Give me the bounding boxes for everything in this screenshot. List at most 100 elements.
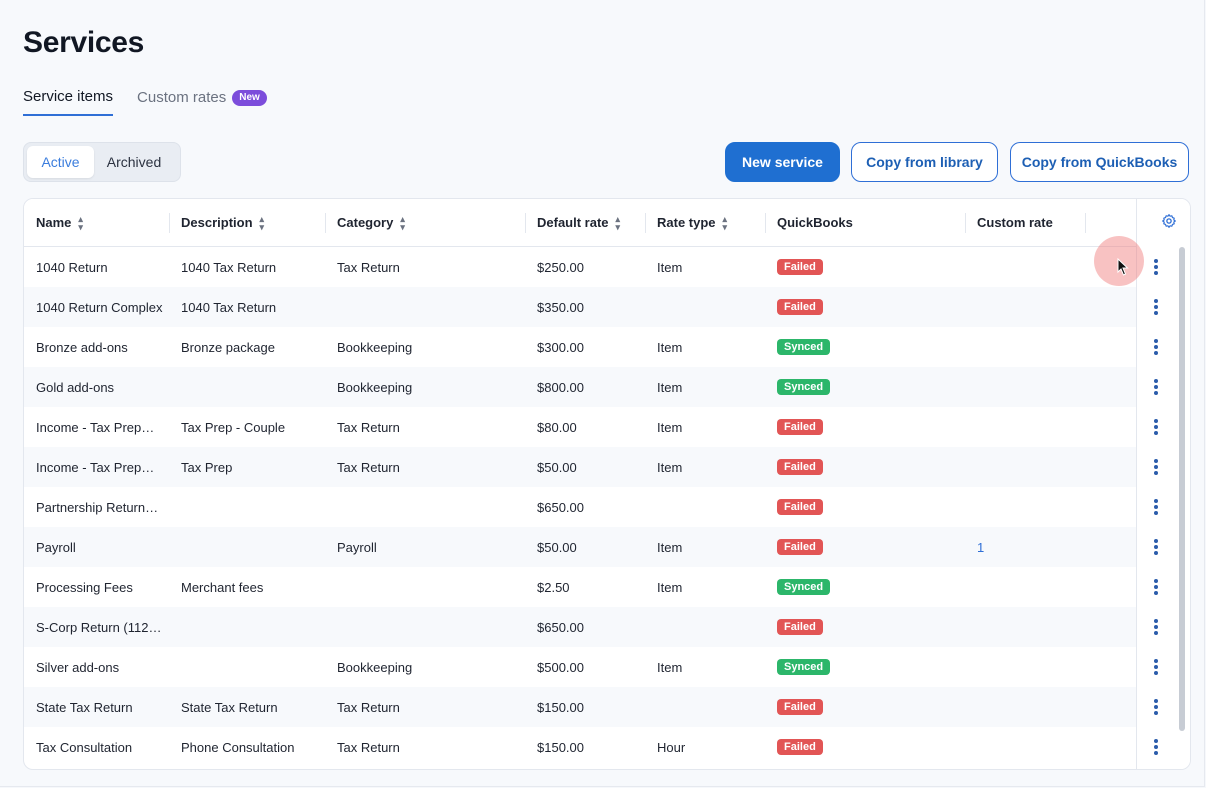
kebab-menu-icon[interactable]	[1154, 447, 1158, 487]
copy-from-quickbooks-button[interactable]: Copy from QuickBooks	[1010, 142, 1189, 182]
column-header-default-rate[interactable]: Default rate ▴ ▾	[525, 199, 645, 246]
cell-name: State Tax Return	[36, 699, 133, 715]
column-label: Default rate	[537, 215, 609, 230]
cell-default-rate: $300.00	[537, 339, 584, 355]
cell-name: 1040 Return	[36, 259, 108, 275]
sort-icon[interactable]: ▴ ▾	[723, 214, 728, 231]
cell-name: S-Corp Return (112…	[36, 619, 162, 635]
vertical-scrollbar[interactable]	[1179, 247, 1185, 731]
table-row[interactable]: Bronze add-ons Bronze package Bookkeeping $…	[24, 327, 1158, 367]
table-row[interactable]: Payroll Payroll $50.00 Item Failed 1	[24, 527, 1158, 567]
kebab-menu-icon[interactable]	[1154, 647, 1158, 687]
sort-icon[interactable]: ▴ ▾	[78, 214, 83, 231]
cell-name: Gold add-ons	[36, 379, 115, 395]
services-table: Name ▴ ▾ Description ▴ ▾ Category ▴ ▾ Defau…	[23, 198, 1191, 770]
table-row[interactable]: Income - Tax Prep… Tax Prep Tax Return $50.…	[24, 447, 1158, 487]
cell-default-rate: $150.00	[537, 699, 584, 715]
cell-description: Tax Prep - Couple	[181, 419, 286, 435]
table-row[interactable]: S-Corp Return (112… $650.00 Failed	[24, 607, 1158, 647]
cell-rate-type: Item	[657, 459, 683, 475]
column-label: Rate type	[657, 215, 716, 230]
kebab-menu-icon[interactable]	[1154, 367, 1158, 407]
quickbooks-status-badge: Failed	[777, 619, 823, 635]
cell-default-rate: $250.00	[537, 259, 584, 275]
column-label: Custom rate	[977, 215, 1053, 230]
column-header-description[interactable]: Description ▴ ▾	[169, 199, 325, 246]
kebab-menu-icon[interactable]	[1154, 567, 1158, 607]
sort-icon[interactable]: ▴ ▾	[616, 214, 621, 231]
tab-label: Service items	[23, 88, 114, 105]
cell-name: Processing Fees	[36, 579, 133, 595]
services-page: Services Service items Custom rates New …	[0, 0, 1205, 787]
cell-quickbooks: Synced	[777, 647, 831, 687]
kebab-menu-icon[interactable]	[1154, 527, 1158, 567]
quickbooks-status-badge: Failed	[777, 459, 823, 475]
cell-quickbooks: Failed	[777, 527, 823, 567]
tab-bar: Service items Custom rates New	[23, 88, 267, 116]
kebab-menu-icon[interactable]	[1154, 327, 1158, 367]
column-header-name[interactable]: Name ▴ ▾	[24, 199, 169, 246]
kebab-menu-icon[interactable]	[1154, 487, 1158, 527]
cell-default-rate: $2.50	[537, 579, 570, 595]
sort-icon[interactable]: ▴ ▾	[400, 214, 405, 231]
tab-service-items[interactable]: Service items	[23, 88, 114, 116]
tab-custom-rates[interactable]: Custom rates New	[137, 88, 267, 116]
quickbooks-status-badge: Synced	[777, 579, 831, 595]
filter-active-button[interactable]: Active	[27, 146, 94, 178]
table-row[interactable]: Tax Consultation Phone Consultation Tax Re…	[24, 727, 1158, 767]
cell-quickbooks: Synced	[777, 327, 831, 367]
cell-quickbooks: Synced	[777, 367, 831, 407]
kebab-menu-icon[interactable]	[1154, 727, 1158, 767]
kebab-menu-icon[interactable]	[1154, 247, 1158, 287]
kebab-menu-icon[interactable]	[1154, 607, 1158, 647]
table-row[interactable]: Silver add-ons Bookkeeping $500.00 Item Sync…	[24, 647, 1158, 687]
cell-quickbooks: Failed	[777, 607, 823, 647]
cell-description: Merchant fees	[181, 579, 264, 595]
column-label: QuickBooks	[777, 215, 853, 230]
table-row[interactable]: 1040 Return Complex 1040 Tax Return $350.0…	[24, 287, 1158, 327]
cell-description: 1040 Tax Return	[181, 259, 277, 275]
kebab-menu-icon[interactable]	[1154, 407, 1158, 447]
column-label: Name	[36, 215, 72, 230]
table-row[interactable]: Gold add-ons Bookkeeping $800.00 Item Synced	[24, 367, 1158, 407]
cell-category: Payroll	[337, 539, 377, 555]
quickbooks-status-badge: Failed	[777, 299, 823, 315]
cell-rate-type: Item	[657, 539, 683, 555]
cell-description: Tax Prep	[181, 459, 233, 475]
cell-quickbooks: Synced	[777, 567, 831, 607]
column-header-category[interactable]: Category ▴ ▾	[325, 199, 525, 246]
page-title: Services	[23, 26, 145, 59]
column-header-rate-type[interactable]: Rate type ▴ ▾	[645, 199, 765, 246]
quickbooks-status-badge: Failed	[777, 499, 823, 515]
cell-name: Payroll	[36, 539, 76, 555]
table-row[interactable]: 1040 Return 1040 Tax Return Tax Return $250…	[24, 247, 1158, 287]
filter-archived-button[interactable]: Archived	[94, 146, 174, 178]
cell-name: Partnership Return…	[36, 499, 159, 515]
cell-custom-rate[interactable]: 1	[977, 527, 984, 567]
kebab-menu-icon[interactable]	[1154, 287, 1158, 327]
cell-default-rate: $500.00	[537, 659, 584, 675]
new-service-button[interactable]: New service	[725, 142, 840, 182]
kebab-menu-icon[interactable]	[1154, 687, 1158, 727]
cell-default-rate: $350.00	[537, 299, 584, 315]
copy-from-library-button[interactable]: Copy from library	[851, 142, 998, 182]
cell-category: Bookkeeping	[337, 379, 413, 395]
cell-quickbooks: Failed	[777, 487, 823, 527]
cell-default-rate: $800.00	[537, 379, 584, 395]
cell-default-rate: $80.00	[537, 419, 577, 435]
table-row[interactable]: Income - Tax Prep… Tax Prep - Couple Tax R…	[24, 407, 1158, 447]
gear-icon[interactable]	[1161, 213, 1177, 229]
cell-name: Income - Tax Prep…	[36, 419, 155, 435]
quickbooks-status-badge: Failed	[777, 699, 823, 715]
mouse-pointer-icon	[1117, 258, 1129, 276]
quickbooks-status-badge: Failed	[777, 419, 823, 435]
cell-rate-type: Item	[657, 419, 683, 435]
cell-rate-type: Item	[657, 379, 683, 395]
table-row[interactable]: State Tax Return State Tax Return Tax Retu…	[24, 687, 1158, 727]
table-row[interactable]: Partnership Return… $650.00 Failed	[24, 487, 1158, 527]
cell-rate-type: Item	[657, 659, 683, 675]
cell-category: Tax Return	[337, 459, 400, 475]
table-row[interactable]: Processing Fees Merchant fees $2.50 Item Syn…	[24, 567, 1158, 607]
sort-icon[interactable]: ▴ ▾	[260, 214, 265, 231]
table-header: Name ▴ ▾ Description ▴ ▾ Category ▴ ▾ Defau…	[24, 199, 1136, 247]
